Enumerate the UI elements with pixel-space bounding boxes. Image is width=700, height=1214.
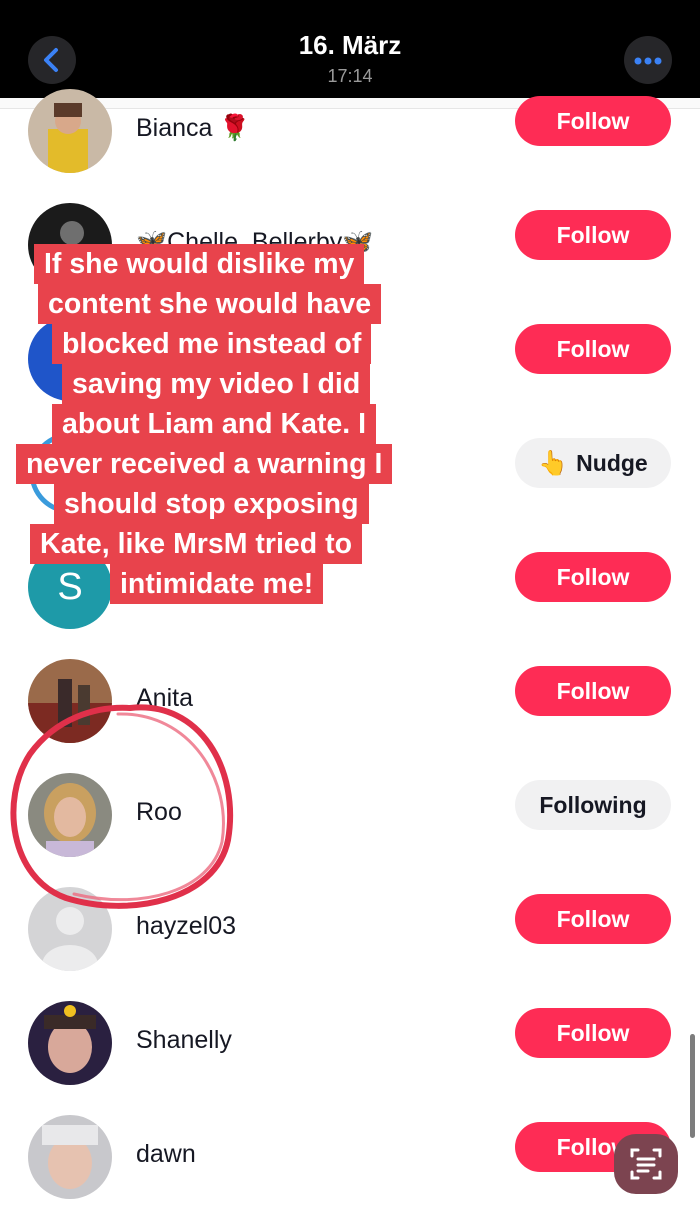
follow-button[interactable]: Follow [515, 666, 671, 716]
user-name: Anita [136, 684, 193, 712]
avatar[interactable] [28, 773, 112, 857]
header-title: 16. März [298, 30, 402, 60]
avatar[interactable] [28, 887, 112, 971]
follow-button[interactable]: Follow [515, 324, 671, 374]
caption-line: about Liam and Kate. I [52, 404, 377, 444]
scan-text-icon [630, 1148, 662, 1180]
caption-line: If she would dislike my [34, 244, 365, 284]
list-item[interactable]: Shanelly Follow [0, 986, 700, 1100]
pointing-hand-icon: 👆 [538, 449, 569, 477]
list-item[interactable]: Roo Following [0, 758, 700, 872]
nudge-label: Nudge [576, 449, 648, 476]
following-button[interactable]: Following [515, 780, 671, 830]
user-name: hayzel03 [136, 912, 237, 940]
avatar[interactable] [28, 1115, 112, 1199]
list-item[interactable]: Bianca 🌹 Follow [0, 74, 700, 188]
caption-line: blocked me instead of [52, 324, 372, 364]
avatar[interactable] [28, 1001, 112, 1085]
nudge-button[interactable]: 👆 Nudge [515, 438, 671, 488]
follow-button[interactable]: Follow [515, 552, 671, 602]
caption-line: Kate, like MrsM tried to [30, 524, 362, 564]
avatar[interactable] [28, 89, 112, 173]
caption-line: should stop exposing [54, 484, 369, 524]
follow-button[interactable]: Follow [515, 210, 671, 260]
list-item[interactable]: Anita Follow [0, 644, 700, 758]
follow-button[interactable]: Follow [515, 894, 671, 944]
caption-line: content she would have [38, 284, 382, 324]
avatar[interactable] [28, 659, 112, 743]
caption-line: saving my video I did [62, 364, 371, 404]
caption-line: intimidate me! [110, 564, 324, 604]
user-name: dawn [136, 1140, 196, 1168]
user-name: Shanelly [136, 1026, 232, 1054]
follow-button[interactable]: Follow [515, 1008, 671, 1058]
user-name: Roo [136, 798, 182, 826]
user-name: Bianca 🌹 [136, 114, 251, 142]
list-item[interactable]: dawn Follow [0, 1100, 700, 1214]
follow-button[interactable]: Follow [515, 96, 671, 146]
default-avatar-icon [28, 887, 112, 971]
avatar-letter: S [57, 565, 83, 608]
caption-line: never received a warning I [16, 444, 393, 484]
scrollbar[interactable] [690, 1034, 695, 1138]
list-item[interactable]: hayzel03 Follow [0, 872, 700, 986]
scan-text-button[interactable] [614, 1134, 678, 1194]
